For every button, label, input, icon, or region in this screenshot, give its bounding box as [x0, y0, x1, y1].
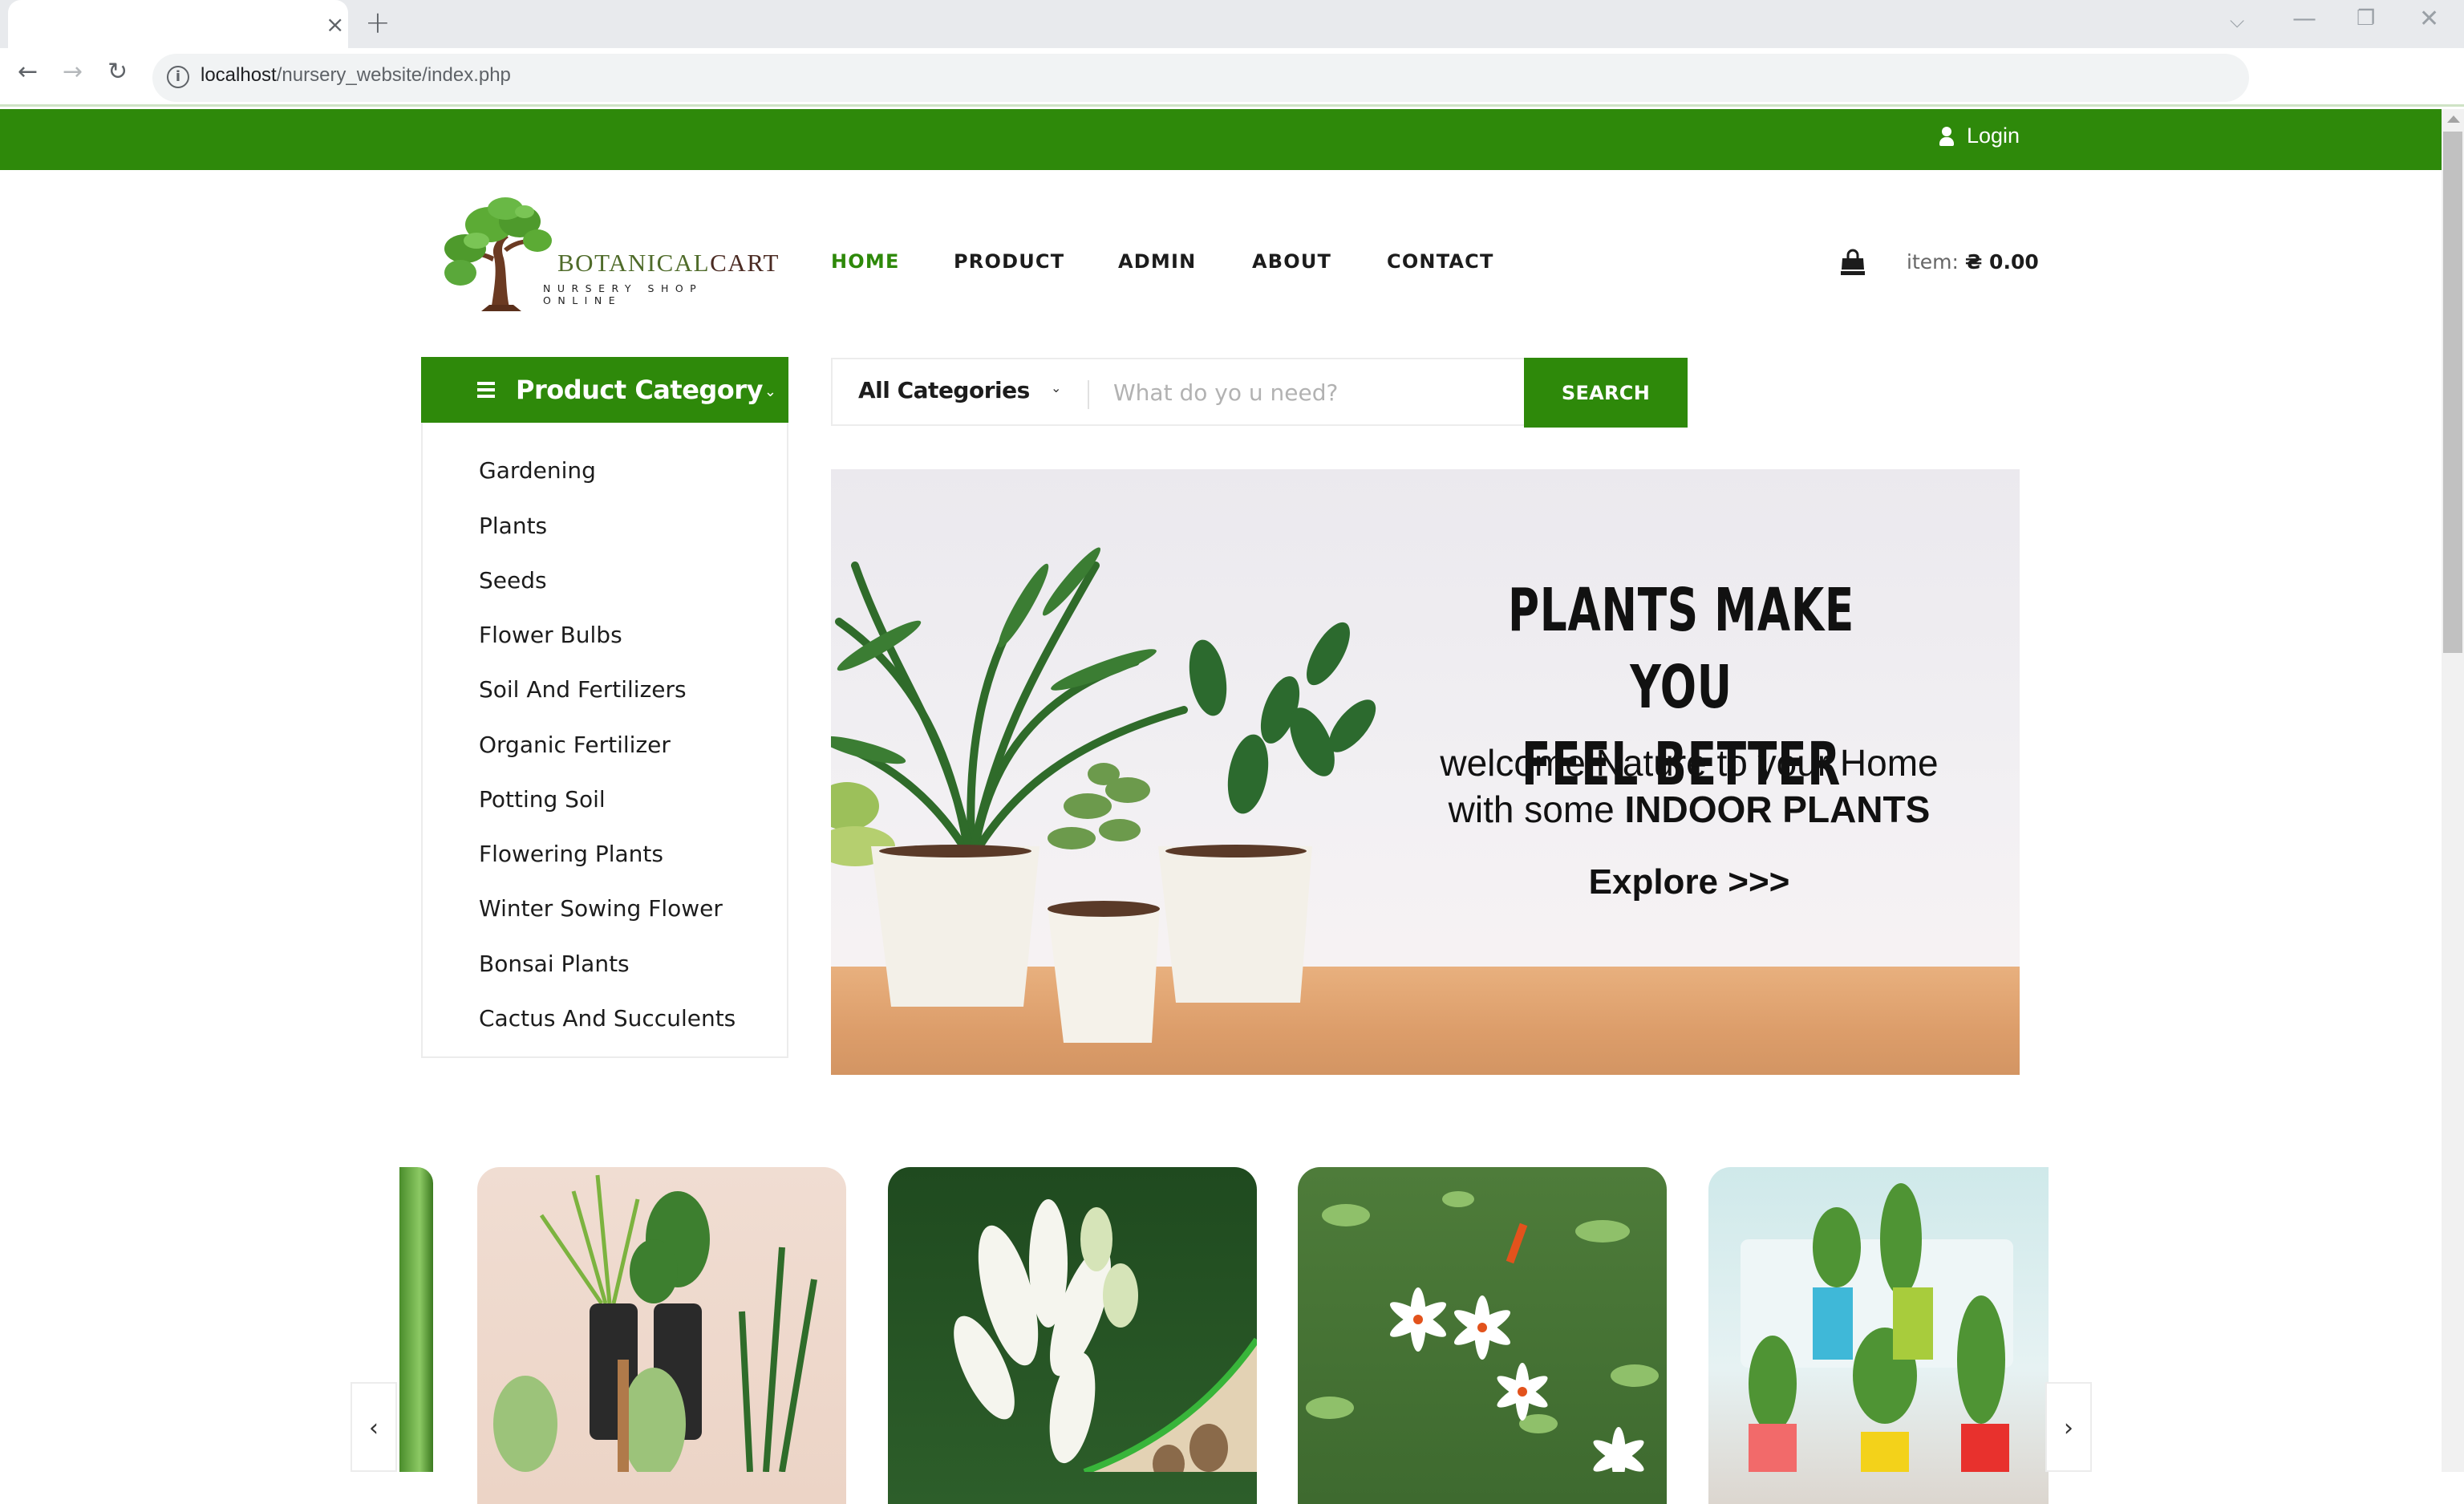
hamburger-menu-icon: [477, 382, 495, 398]
carousel-card-indoor-plants[interactable]: [477, 1167, 846, 1504]
category-select[interactable]: All Categories: [858, 377, 1030, 403]
browser-tab-bar: × + ⌵ — ❐ ✕: [0, 0, 2464, 48]
cart-summary[interactable]: item: ₴ 0.00: [1907, 250, 2039, 274]
login-link[interactable]: Login: [1939, 124, 2020, 148]
hero-title-line1: PLANTS MAKE YOU: [1508, 576, 1854, 722]
nav-admin[interactable]: ADMIN: [1118, 250, 1196, 273]
nav-product[interactable]: PRODUCT: [954, 250, 1064, 273]
site-logo[interactable]: BOTANICALCART NURSERY SHOP ONLINE: [441, 193, 778, 313]
hero-banner[interactable]: PLANTS MAKE YOU FEEL BETTER welcome Natu…: [831, 469, 2020, 1075]
logo-brand-part1: BOTANICAL: [557, 249, 711, 277]
top-bar: Login: [0, 109, 2442, 170]
hero-subtitle: welcome Nature to your Home with some IN…: [1408, 740, 1970, 833]
hero-potted-plants-image: [831, 547, 1376, 1043]
page-scrollbar[interactable]: [2442, 109, 2464, 1472]
forward-icon[interactable]: →: [63, 58, 83, 86]
carousel-card-colorful-pots[interactable]: [1708, 1167, 2049, 1504]
login-label: Login: [1967, 124, 2020, 148]
hero-subtitle-bold: INDOOR PLANTS: [1624, 788, 1931, 830]
category-item[interactable]: Cactus And Succulents: [479, 1005, 736, 1032]
search-button[interactable]: SEARCH: [1524, 358, 1688, 428]
colorful-potted-plants-image: [1741, 1183, 2013, 1472]
category-item[interactable]: Bonsai Plants: [479, 951, 630, 977]
category-item[interactable]: Seeds: [479, 567, 547, 594]
url-text[interactable]: localhost/nursery_website/index.php: [201, 64, 511, 87]
site-info-icon[interactable]: i: [167, 66, 189, 88]
browser-tab[interactable]: ×: [8, 0, 348, 48]
url-bar[interactable]: i localhost/nursery_website/index.php: [152, 54, 2249, 102]
shopping-bag-icon[interactable]: [1840, 249, 1866, 276]
search-input[interactable]: [1113, 374, 1530, 411]
user-icon: [1939, 126, 1954, 146]
cart-amount: ₴ 0.00: [1964, 250, 2039, 274]
logo-brand-part2: CART: [710, 249, 780, 277]
product-carousel: [351, 1167, 2097, 1504]
carousel-next-button[interactable]: ›: [2045, 1382, 2092, 1472]
product-category-toggle[interactable]: Product Category ⌄: [421, 357, 788, 423]
carousel-prev-button[interactable]: ‹: [351, 1382, 397, 1472]
nav-home[interactable]: HOME: [831, 250, 900, 273]
chevron-down-icon: ⌄: [764, 383, 777, 400]
tree-logo-icon: [444, 197, 552, 311]
search-bar: All Categories ⌄ SEARCH: [831, 358, 1688, 428]
scrollbar-thumb[interactable]: [2443, 132, 2462, 653]
restore-icon[interactable]: ❐: [2357, 6, 2375, 30]
scroll-up-arrow-icon[interactable]: [2447, 116, 2460, 123]
new-tab-icon[interactable]: +: [365, 5, 391, 40]
cart-label: item:: [1907, 250, 1959, 274]
tab-search-icon[interactable]: ⌵: [2230, 10, 2244, 32]
night-jasmine-flowers-image: [1306, 1191, 1659, 1485]
carousel-card-partial[interactable]: [399, 1167, 433, 1472]
reload-icon[interactable]: ↻: [107, 58, 128, 86]
url-path: /nursery_website/index.php: [276, 64, 511, 86]
carousel-card-night-jasmine[interactable]: [1298, 1167, 1667, 1504]
close-window-icon[interactable]: ✕: [2419, 5, 2439, 33]
chevron-down-icon[interactable]: ⌄: [1051, 380, 1061, 395]
product-category-title: Product Category: [516, 375, 763, 405]
logo-tagline: NURSERY SHOP ONLINE: [543, 282, 703, 306]
hero-subtitle-line1: welcome Nature to your Home: [1440, 742, 1939, 784]
category-item[interactable]: Winter Sowing Flower: [479, 895, 723, 922]
category-item[interactable]: Organic Fertilizer: [479, 732, 671, 758]
category-item[interactable]: Flowering Plants: [479, 841, 663, 867]
hero-subtitle-prefix: with some: [1448, 788, 1625, 830]
category-item[interactable]: Soil And Fertilizers: [479, 676, 687, 703]
minimize-icon[interactable]: —: [2292, 5, 2316, 33]
category-item[interactable]: Potting Soil: [479, 786, 606, 813]
search-divider: [1088, 380, 1089, 409]
carousel-card-tuberose[interactable]: [888, 1167, 1257, 1504]
category-item[interactable]: Flower Bulbs: [479, 622, 622, 648]
category-item[interactable]: Plants: [479, 513, 547, 539]
url-host: localhost: [201, 64, 277, 86]
back-icon[interactable]: ←: [18, 58, 38, 86]
nav-about[interactable]: ABOUT: [1252, 250, 1331, 273]
category-item[interactable]: Gardening: [479, 457, 596, 484]
logo-brand-text: BOTANICALCART: [557, 249, 780, 278]
explore-link[interactable]: Explore >>>: [1408, 862, 1970, 902]
tab-close-icon[interactable]: ×: [326, 11, 344, 38]
indoor-plants-on-stands-image: [493, 1174, 817, 1480]
category-list: Gardening Plants Seeds Flower Bulbs Soil…: [421, 423, 788, 1058]
hero-subtitle-line2: with some INDOOR PLANTS: [1408, 786, 1970, 833]
nav-contact[interactable]: CONTACT: [1387, 250, 1494, 273]
tuberose-bulbs-image: [954, 1199, 1257, 1483]
